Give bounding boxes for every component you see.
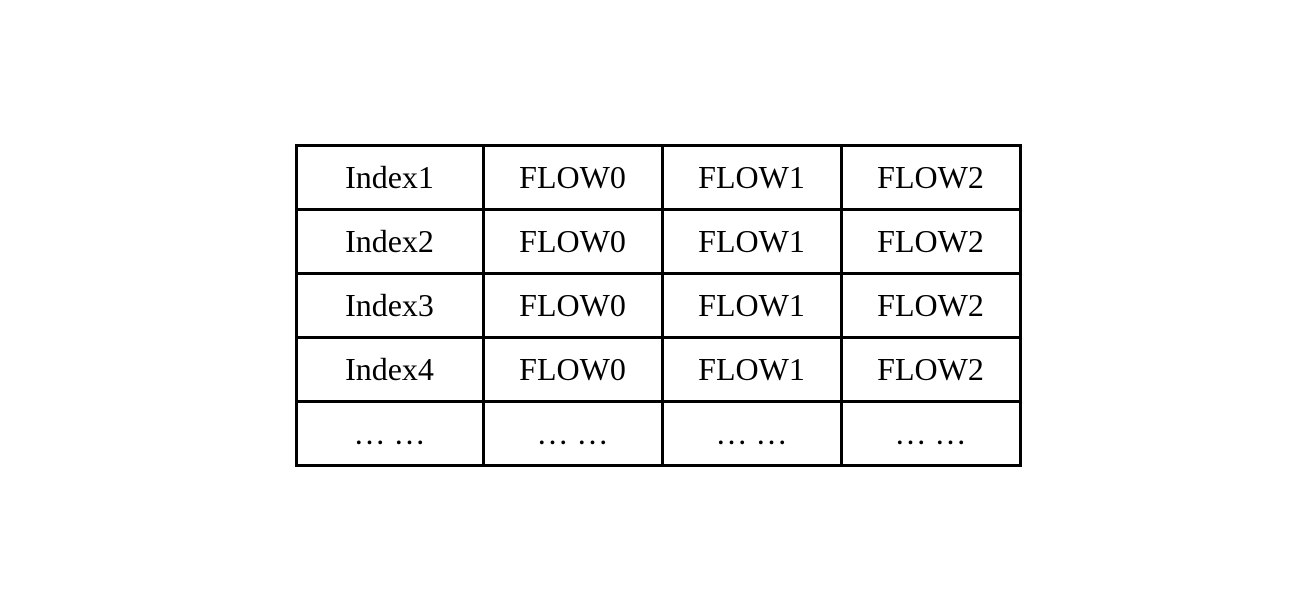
flow0-cell: … …	[483, 402, 662, 466]
flow1-cell: FLOW1	[662, 210, 841, 274]
flow1-cell: FLOW1	[662, 338, 841, 402]
flow2-cell: FLOW2	[841, 146, 1020, 210]
flow1-cell: FLOW1	[662, 274, 841, 338]
index-flow-table: Index1 FLOW0 FLOW1 FLOW2 Index2 FLOW0 FL…	[295, 144, 1022, 467]
flow2-cell: FLOW2	[841, 274, 1020, 338]
index-cell: Index4	[296, 338, 483, 402]
flow0-cell: FLOW0	[483, 210, 662, 274]
flow0-cell: FLOW0	[483, 274, 662, 338]
index-cell: … …	[296, 402, 483, 466]
index-cell: Index1	[296, 146, 483, 210]
flow2-cell: FLOW2	[841, 210, 1020, 274]
table-row: Index3 FLOW0 FLOW1 FLOW2	[296, 274, 1020, 338]
index-cell: Index3	[296, 274, 483, 338]
index-cell: Index2	[296, 210, 483, 274]
table-row: Index1 FLOW0 FLOW1 FLOW2	[296, 146, 1020, 210]
flow2-cell: FLOW2	[841, 338, 1020, 402]
flow0-cell: FLOW0	[483, 146, 662, 210]
table-row: Index4 FLOW0 FLOW1 FLOW2	[296, 338, 1020, 402]
flow0-cell: FLOW0	[483, 338, 662, 402]
flow1-cell: … …	[662, 402, 841, 466]
flow2-cell: … …	[841, 402, 1020, 466]
table-row: Index2 FLOW0 FLOW1 FLOW2	[296, 210, 1020, 274]
table-row: … … … … … … … …	[296, 402, 1020, 466]
flow1-cell: FLOW1	[662, 146, 841, 210]
